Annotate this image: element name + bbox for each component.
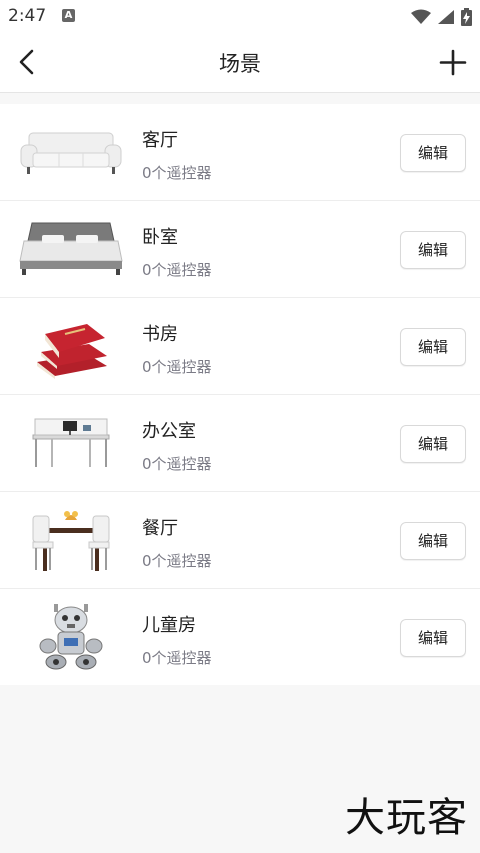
edit-button[interactable]: 编辑: [400, 134, 466, 172]
signal-icon: [438, 10, 454, 24]
edit-button[interactable]: 编辑: [400, 522, 466, 560]
edit-button[interactable]: 编辑: [400, 619, 466, 657]
books-image: [16, 306, 126, 386]
notification-badge: A: [62, 9, 75, 22]
dining-table-image: [16, 500, 126, 580]
status-time: 2:47: [8, 6, 47, 26]
edit-button[interactable]: 编辑: [400, 425, 466, 463]
remote-count: 0个遥控器: [142, 358, 212, 376]
add-scene-button[interactable]: [438, 46, 468, 80]
scene-name: 客厅: [142, 130, 178, 151]
watermark: 大玩客: [345, 795, 468, 841]
scene-name: 餐厅: [142, 518, 178, 539]
remote-count: 0个遥控器: [142, 164, 212, 182]
scene-row[interactable]: 客厅 0个遥控器 编辑: [0, 104, 480, 201]
edit-button[interactable]: 编辑: [400, 231, 466, 269]
wifi-icon: [411, 9, 431, 24]
scene-row[interactable]: 儿童房 0个遥控器 编辑: [0, 589, 480, 685]
remote-count: 0个遥控器: [142, 552, 212, 570]
scene-list: 客厅 0个遥控器 编辑 卧室 0个遥控器 编辑 书房 0个遥控器 编辑 办公室 …: [0, 104, 480, 685]
page-title: 场景: [219, 52, 261, 76]
scene-row[interactable]: 餐厅 0个遥控器 编辑: [0, 492, 480, 589]
scene-name: 儿童房: [142, 615, 196, 636]
battery-charging-icon: [461, 8, 472, 26]
status-bar: 2:47 A: [0, 0, 480, 34]
office-desk-image: [16, 403, 126, 483]
scene-list-screen: 2:47 A 场景 客厅 0个遥控器 编辑 卧室 0个遥控器 编辑 书房 0个遥…: [0, 0, 480, 853]
scene-row[interactable]: 卧室 0个遥控器 编辑: [0, 201, 480, 298]
scene-row[interactable]: 书房 0个遥控器 编辑: [0, 298, 480, 395]
status-icons: [411, 6, 472, 28]
scene-name: 卧室: [142, 227, 178, 248]
scene-row[interactable]: 办公室 0个遥控器 编辑: [0, 395, 480, 492]
scene-name: 书房: [142, 324, 178, 345]
remote-count: 0个遥控器: [142, 649, 212, 667]
scene-name: 办公室: [142, 421, 196, 442]
remote-count: 0个遥控器: [142, 261, 212, 279]
sofa-image: [16, 112, 126, 192]
bed-image: [16, 209, 126, 289]
app-header: 场景: [0, 34, 480, 93]
edit-button[interactable]: 编辑: [400, 328, 466, 366]
robot-toy-image: [16, 597, 126, 677]
remote-count: 0个遥控器: [142, 455, 212, 473]
plus-icon: [439, 49, 467, 76]
